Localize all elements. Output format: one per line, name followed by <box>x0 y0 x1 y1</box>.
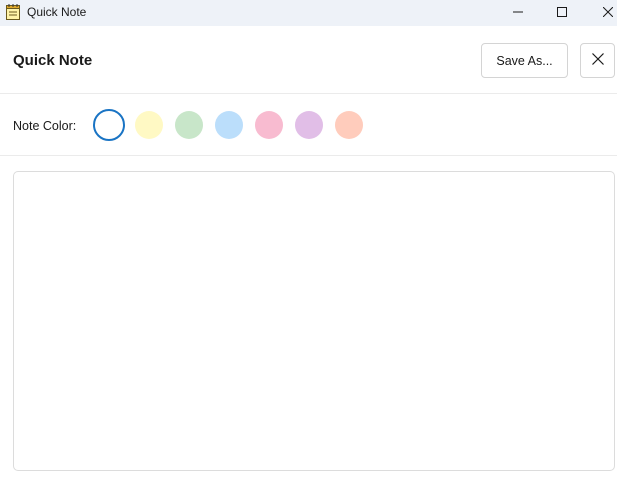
color-swatch-yellow[interactable] <box>135 111 163 139</box>
color-swatch-orange[interactable] <box>335 111 363 139</box>
color-swatch-white[interactable] <box>93 109 125 141</box>
close-icon <box>591 53 604 68</box>
note-text-area[interactable] <box>13 171 615 471</box>
notepad-icon <box>6 4 20 20</box>
note-color-picker: Note Color: <box>0 95 617 156</box>
note-header: Quick Note Save As... <box>0 26 617 94</box>
color-swatch-pink[interactable] <box>255 111 283 139</box>
close-icon <box>602 4 614 22</box>
maximize-icon <box>557 4 567 22</box>
minimize-icon <box>513 4 523 22</box>
save-as-button[interactable]: Save As... <box>481 43 568 78</box>
minimize-button[interactable] <box>495 0 541 26</box>
note-color-label: Note Color: <box>13 119 77 133</box>
window-titlebar: Quick Note <box>0 0 617 26</box>
color-swatch-green[interactable] <box>175 111 203 139</box>
window-close-button[interactable] <box>585 0 617 26</box>
page-title: Quick Note <box>13 52 93 69</box>
maximize-button[interactable] <box>539 0 585 26</box>
window-title: Quick Note <box>27 5 87 19</box>
color-swatch-blue[interactable] <box>215 111 243 139</box>
color-swatch-purple[interactable] <box>295 111 323 139</box>
close-note-button[interactable] <box>580 43 615 78</box>
